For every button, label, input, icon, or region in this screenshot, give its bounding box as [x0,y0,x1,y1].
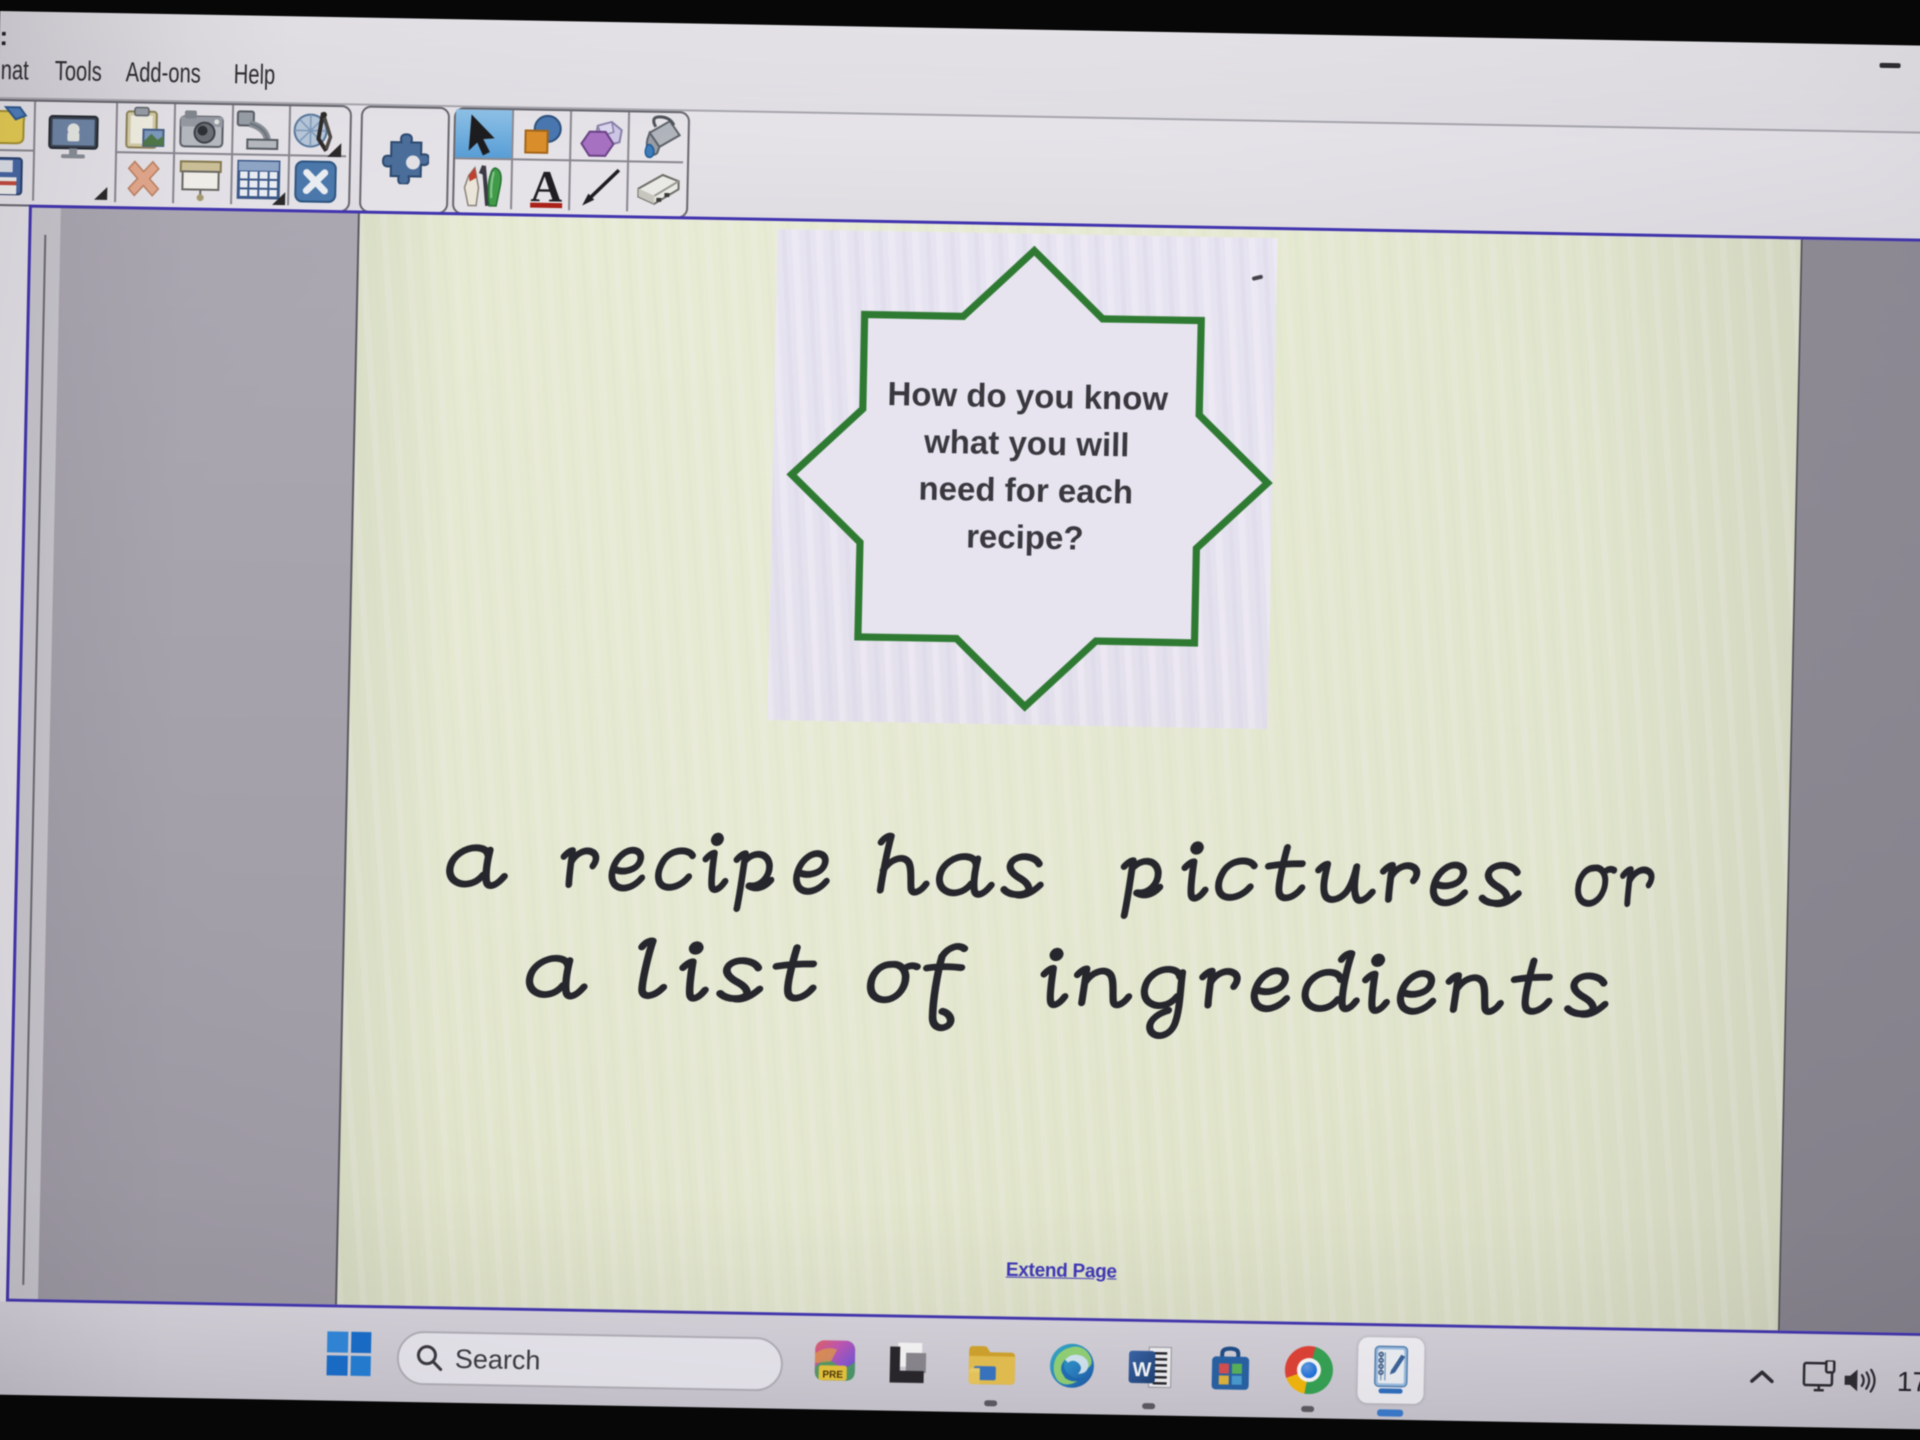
svg-text:PRE: PRE [822,1369,843,1380]
svg-text:W: W [1132,1359,1151,1381]
